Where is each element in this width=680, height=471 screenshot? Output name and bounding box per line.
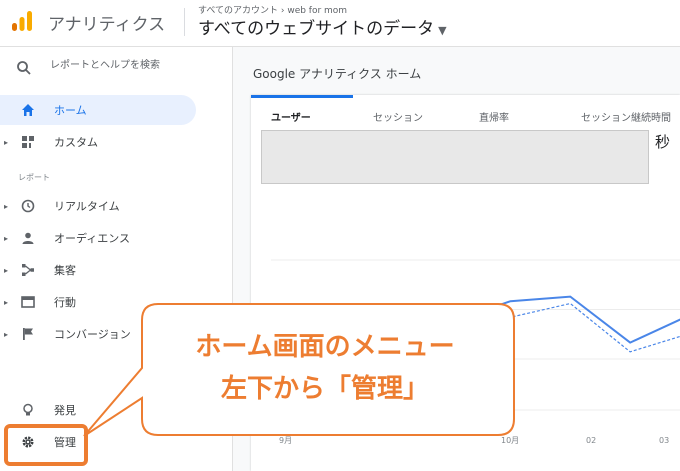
admin-highlight-ring bbox=[4, 424, 88, 466]
callout-text: ホーム画面のメニュー 左下から「管理」 bbox=[136, 303, 514, 433]
x-tick-label: 10月 bbox=[501, 436, 519, 445]
person-icon bbox=[20, 230, 36, 246]
sidebar-item-custom[interactable]: ▸ カスタム bbox=[0, 127, 196, 157]
search-icon bbox=[17, 61, 31, 75]
expand-arrow-icon: ▸ bbox=[4, 201, 9, 211]
tab-bounce-rate[interactable]: 直帰率 bbox=[479, 109, 509, 124]
x-tick-label: 02 bbox=[586, 436, 596, 445]
sidebar-item-label: 集客 bbox=[54, 264, 76, 277]
metric-placeholder bbox=[261, 130, 649, 184]
sidebar-item-label: 行動 bbox=[54, 296, 76, 309]
acquisition-icon bbox=[20, 262, 36, 278]
sidebar-item-label: オーディエンス bbox=[54, 232, 131, 245]
sidebar-item-home[interactable]: ホーム bbox=[0, 95, 196, 125]
flag-icon bbox=[20, 326, 36, 342]
sidebar-item-label: ホーム bbox=[54, 104, 87, 117]
sidebar-item-label: カスタム bbox=[54, 136, 98, 149]
sidebar-item-realtime[interactable]: ▸ リアルタイム bbox=[0, 191, 196, 221]
expand-arrow-icon: ▸ bbox=[4, 297, 9, 307]
expand-arrow-icon: ▸ bbox=[4, 233, 9, 243]
tab-session-duration[interactable]: セッション継続時間 bbox=[581, 109, 671, 124]
caret-down-icon: ▼ bbox=[438, 24, 447, 37]
top-bar: アナリティクス すべてのアカウント › web for mom すべてのウェブサ… bbox=[0, 0, 680, 47]
callout-line-1: ホーム画面のメニュー bbox=[195, 332, 455, 362]
tab-sessions[interactable]: セッション bbox=[373, 109, 423, 124]
expand-arrow-icon: ▸ bbox=[4, 265, 9, 275]
expand-arrow-icon: ▸ bbox=[4, 137, 9, 147]
sidebar-item-label: リアルタイム bbox=[54, 200, 120, 213]
sidebar-item-audience[interactable]: ▸ オーディエンス bbox=[0, 223, 196, 253]
callout-line-2: 左下から「管理」 bbox=[220, 374, 429, 404]
page-title: Google アナリティクス ホーム bbox=[253, 67, 422, 81]
search-box[interactable] bbox=[14, 59, 224, 79]
metric-unit: 秒 bbox=[655, 133, 671, 151]
dashboard-icon bbox=[20, 134, 36, 150]
property-selector[interactable]: すべてのウェブサイトのデータ ▼ bbox=[198, 14, 447, 39]
lightbulb-icon bbox=[20, 402, 36, 418]
expand-arrow-icon: ▸ bbox=[4, 329, 9, 339]
x-tick-label: 03 bbox=[659, 436, 669, 445]
property-name: すべてのウェブサイトのデータ bbox=[198, 19, 435, 39]
analytics-logo-icon bbox=[12, 11, 32, 31]
sidebar-item-label: コンバージョン bbox=[54, 328, 131, 341]
app-name: アナリティクス bbox=[48, 15, 166, 35]
x-tick-label: 9月 bbox=[279, 436, 292, 445]
sidebar-item-acquisition[interactable]: ▸ 集客 bbox=[0, 255, 196, 285]
active-tab-indicator bbox=[251, 95, 353, 98]
search-input[interactable] bbox=[48, 59, 212, 72]
sidebar-item-label: 発見 bbox=[54, 404, 76, 417]
clock-icon bbox=[20, 198, 36, 214]
tab-users[interactable]: ユーザー bbox=[271, 109, 311, 124]
home-icon bbox=[20, 102, 36, 118]
header-divider bbox=[184, 8, 185, 36]
behavior-icon bbox=[20, 294, 36, 310]
section-label-reports: レポート bbox=[18, 173, 50, 182]
